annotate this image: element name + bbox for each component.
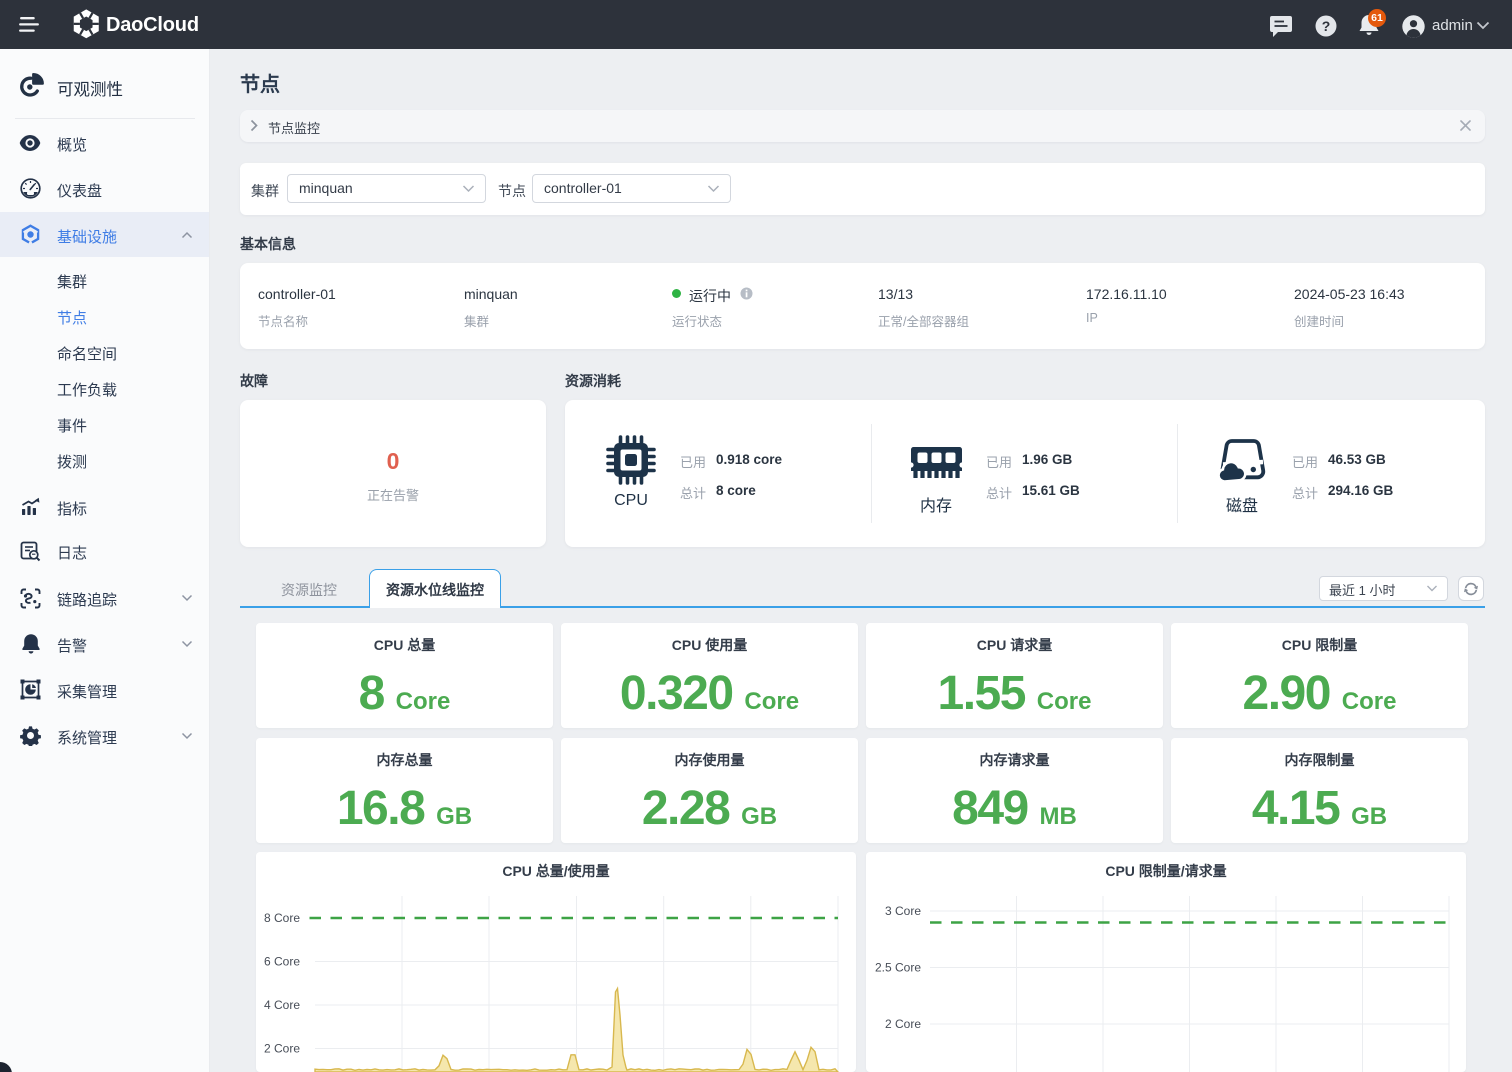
svg-text:2 Core: 2 Core <box>264 1042 300 1056</box>
svg-text:6 Core: 6 Core <box>264 955 300 969</box>
svg-text:2 Core: 2 Core <box>885 1017 921 1031</box>
svg-text:8 Core: 8 Core <box>264 911 300 925</box>
svg-text:4 Core: 4 Core <box>264 998 300 1012</box>
svg-text:2.5 Core: 2.5 Core <box>875 961 921 975</box>
svg-text:?: ? <box>1322 18 1331 34</box>
svg-text:3 Core: 3 Core <box>885 904 921 918</box>
